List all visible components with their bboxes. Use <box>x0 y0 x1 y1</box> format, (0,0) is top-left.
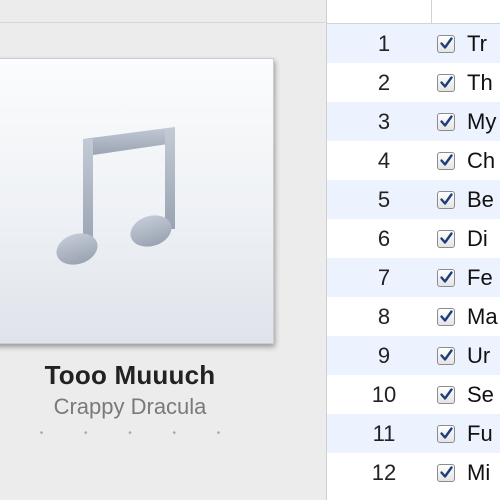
track-number: 11 <box>372 420 396 446</box>
track-title: Tr <box>467 30 487 56</box>
track-title: Di <box>467 225 488 251</box>
track-row[interactable]: 6 Di <box>327 219 500 258</box>
track-title: Be <box>467 186 494 212</box>
track-number: 12 <box>371 459 397 485</box>
track-row[interactable]: 4 Ch <box>327 141 500 180</box>
album-rating[interactable]: • • • • • <box>0 428 260 439</box>
checkmark-icon <box>440 426 453 439</box>
track-list: 1 Tr 2 Th 3 My 4 Ch 5 Be 6 Di 7 Fe 8 Ma 9 Ur 10 Se 11 Fu 12 Mi <box>326 0 500 500</box>
track-title: Ch <box>467 147 496 173</box>
music-note-icon <box>56 127 175 265</box>
track-title: Fu <box>467 420 493 446</box>
track-number: 9 <box>377 342 391 368</box>
track-checkbox[interactable] <box>437 112 455 131</box>
track-checkbox[interactable] <box>437 268 455 287</box>
album-title: Tooo Muuuch <box>44 360 216 390</box>
track-row[interactable]: 12 Mi <box>327 453 500 492</box>
track-title: Ur <box>467 342 491 368</box>
track-number: 8 <box>377 303 391 329</box>
track-number: 6 <box>377 225 391 251</box>
column-separator[interactable] <box>431 0 432 24</box>
track-number: 1 <box>377 30 391 56</box>
checkmark-icon <box>440 192 453 205</box>
track-row[interactable]: 10 Se <box>327 375 500 414</box>
track-number: 3 <box>377 108 391 134</box>
checkmark-icon <box>440 75 453 88</box>
track-row[interactable]: 8 Ma <box>327 297 500 336</box>
track-checkbox[interactable] <box>437 385 455 404</box>
track-title: Se <box>467 381 494 407</box>
track-checkbox[interactable] <box>437 463 455 482</box>
track-title: Th <box>467 69 493 95</box>
album-artist[interactable]: Crappy Dracula <box>0 394 260 420</box>
track-title: Fe <box>467 264 493 290</box>
checkmark-icon <box>440 153 453 166</box>
album-artwork[interactable] <box>0 58 274 344</box>
checkmark-icon <box>440 231 453 244</box>
track-row[interactable]: 3 My <box>327 102 500 141</box>
track-row[interactable]: 2 Th <box>327 63 500 102</box>
checkmark-icon <box>440 36 453 49</box>
header-divider <box>0 22 326 23</box>
track-checkbox[interactable] <box>437 229 455 248</box>
track-checkbox[interactable] <box>437 34 455 53</box>
track-row[interactable]: 5 Be <box>327 180 500 219</box>
track-checkbox[interactable] <box>437 190 455 209</box>
track-number: 10 <box>371 381 397 407</box>
track-checkbox[interactable] <box>437 151 455 170</box>
checkmark-icon <box>440 465 453 478</box>
track-number: 2 <box>377 69 391 95</box>
checkmark-icon <box>440 387 453 400</box>
track-row[interactable]: 9 Ur <box>327 336 500 375</box>
track-title: Ma <box>467 303 498 329</box>
track-number: 5 <box>377 186 391 212</box>
track-number: 4 <box>377 147 391 173</box>
checkmark-icon <box>440 270 453 283</box>
checkmark-icon <box>440 309 453 322</box>
track-title: My <box>467 108 497 134</box>
track-list-header[interactable] <box>327 0 500 24</box>
track-row[interactable]: 11 Fu <box>327 414 500 453</box>
checkmark-icon <box>440 114 453 127</box>
album-pane: Tooo Muuuch Crappy Dracula • • • • • <box>0 0 326 500</box>
track-checkbox[interactable] <box>437 424 455 443</box>
track-number: 7 <box>377 264 391 290</box>
track-row[interactable]: 1 Tr <box>327 24 500 63</box>
track-row[interactable]: 7 Fe <box>327 258 500 297</box>
track-checkbox[interactable] <box>437 307 455 326</box>
track-title: Mi <box>467 459 491 485</box>
checkmark-icon <box>440 348 453 361</box>
track-checkbox[interactable] <box>437 346 455 365</box>
track-checkbox[interactable] <box>437 73 455 92</box>
track-rows: 1 Tr 2 Th 3 My 4 Ch 5 Be 6 Di 7 Fe 8 Ma 9 Ur 10 Se 11 Fu 12 Mi <box>327 24 500 492</box>
